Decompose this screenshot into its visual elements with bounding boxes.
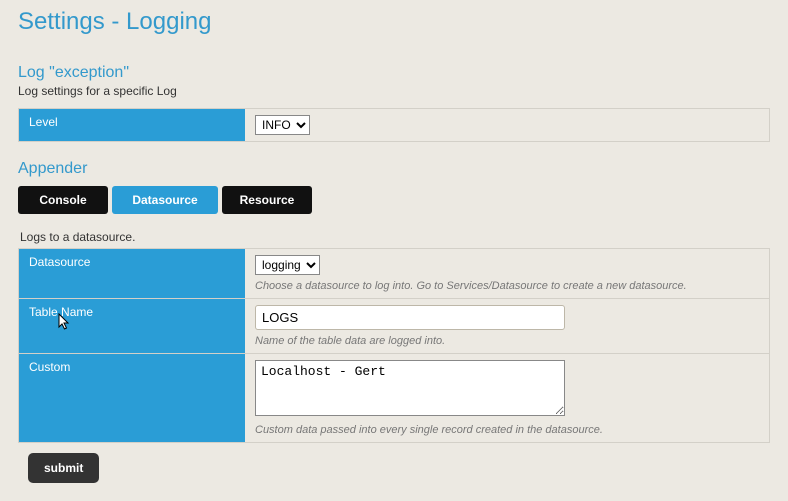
level-select[interactable]: INFO: [255, 115, 310, 135]
datasource-select[interactable]: logging: [255, 255, 320, 275]
level-row: Level INFO: [18, 108, 770, 142]
appender-desc: Logs to a datasource.: [20, 230, 770, 244]
log-section-title: Log "exception": [18, 64, 770, 82]
page-title: Settings - Logging: [18, 8, 770, 36]
submit-button[interactable]: submit: [28, 453, 99, 483]
custom-textarea[interactable]: [255, 360, 565, 416]
table-name-row: Table Name Name of the table data are lo…: [18, 299, 770, 354]
appender-tabs: Console Datasource Resource: [18, 186, 770, 214]
table-name-input[interactable]: [255, 305, 565, 330]
table-name-hint: Name of the table data are logged into.: [255, 335, 759, 347]
datasource-row: Datasource logging Choose a datasource t…: [18, 248, 770, 299]
appender-title: Appender: [18, 160, 770, 178]
custom-label: Custom: [19, 354, 245, 442]
table-name-label: Table Name: [19, 299, 245, 353]
tab-datasource[interactable]: Datasource: [112, 186, 218, 214]
datasource-label: Datasource: [19, 249, 245, 298]
log-section-desc: Log settings for a specific Log: [18, 84, 770, 98]
tab-console[interactable]: Console: [18, 186, 108, 214]
custom-hint: Custom data passed into every single rec…: [255, 424, 759, 436]
custom-row: Custom Custom data passed into every sin…: [18, 354, 770, 443]
level-label: Level: [19, 109, 245, 141]
tab-resource[interactable]: Resource: [222, 186, 312, 214]
datasource-hint: Choose a datasource to log into. Go to S…: [255, 280, 759, 292]
